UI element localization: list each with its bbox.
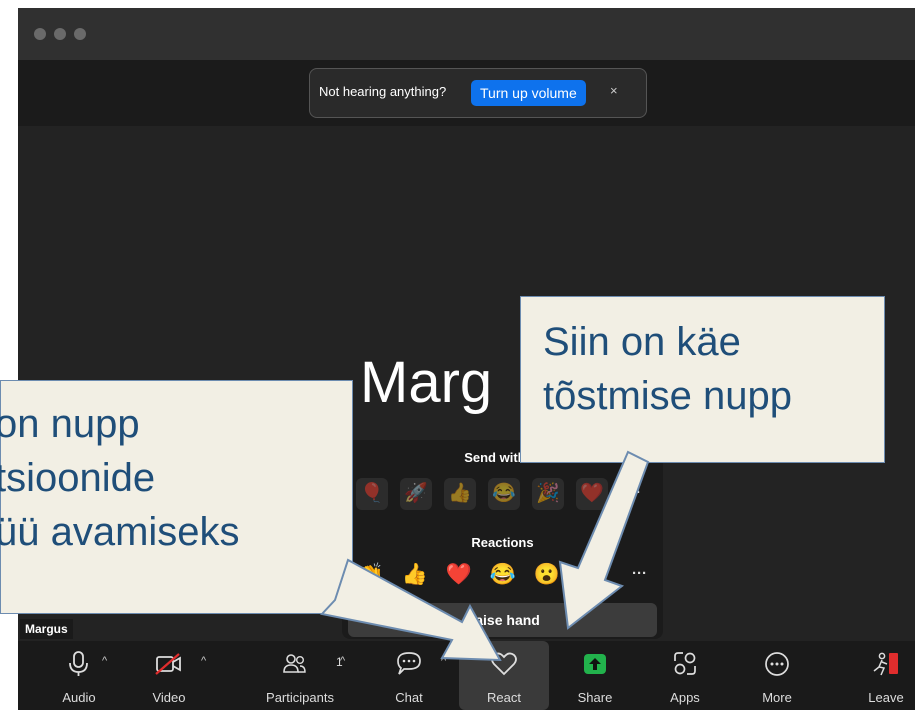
participants-button[interactable]: 1 Participants [250,641,350,710]
laugh-effect[interactable]: 😂 [488,478,520,510]
volume-notification: Not hearing anything? Turn up volume × [309,68,647,118]
video-off-icon [155,653,181,675]
balloon-effect[interactable]: 🎈 [356,478,388,510]
title-bar [18,8,915,60]
react-label: React [487,690,521,705]
minimize-window-button[interactable] [54,28,66,40]
raise-hand-button[interactable]: Raise hand [348,603,657,637]
laugh-reaction[interactable]: 😂 [488,560,518,590]
leave-icon [873,652,898,676]
reactions-heading: Reactions [471,535,534,550]
apps-icon [674,652,696,675]
more-effects-icon[interactable]: ··· [626,484,641,501]
participants-options-caret[interactable]: ^ [340,655,345,667]
reactions-popup: Send with ef 🎈 🚀 👍 😂 🎉 ❤️ ··· Reactions … [342,440,663,639]
chat-options-caret[interactable]: ^ [441,655,446,667]
more-button[interactable]: More [746,641,808,710]
react-button[interactable]: React [459,641,549,710]
raise-hand-callout: Siin on käe tõstmise nupp [520,296,885,463]
video-label: Video [152,690,186,705]
video-button[interactable]: Video [138,641,200,710]
more-icon [765,652,789,676]
audio-button[interactable]: Audio [48,641,110,710]
more-label: More [762,690,792,705]
react-button-callout: on nupp tsioonide üü avamiseks [0,380,353,614]
chat-button[interactable]: Chat [378,641,440,710]
participants-icon [283,654,306,673]
heart-effect[interactable]: ❤️ [576,478,608,510]
chat-icon [397,652,421,675]
leave-label: Leave [868,690,904,705]
left-callout-line-3: üü avamiseks [0,510,240,554]
thumbs-up-reaction[interactable]: 👍 [400,560,430,590]
share-button[interactable]: Share [564,641,626,710]
rocket-effect[interactable]: 🚀 [400,478,432,510]
right-callout-line-1: Siin on käe [543,320,741,364]
participant-name-display: Marg [360,350,493,415]
effects-row: 🎈 🚀 👍 😂 🎉 ❤️ ··· [356,478,648,512]
left-callout-line-1: on nupp [0,402,140,446]
clap-reaction[interactable]: 👏 [356,560,386,590]
share-icon [584,654,606,674]
participants-label: Participants [266,690,334,705]
video-options-caret[interactable]: ^ [201,655,206,667]
audio-options-caret[interactable]: ^ [102,655,107,667]
left-callout-line-2: tsioonide [0,456,156,500]
turn-up-volume-button[interactable]: Turn up volume [471,80,586,106]
thumbs-up-effect[interactable]: 👍 [444,478,476,510]
participant-name-tag: Margus [20,619,73,639]
chat-label: Chat [395,690,423,705]
zoom-window-button[interactable] [74,28,86,40]
close-window-button[interactable] [34,28,46,40]
share-label: Share [577,690,613,705]
right-callout-line-2: tõstmise nupp [543,374,793,418]
audio-label: Audio [62,690,96,705]
apps-label: Apps [670,690,700,705]
more-reactions-icon[interactable]: ··· [632,565,647,582]
party-effect[interactable]: 🎉 [532,478,564,510]
meeting-toolbar: Audio ^ Video ^ 1 Participants ^ Chat ^ … [18,641,915,710]
heart-reaction[interactable]: ❤️ [444,560,474,590]
heart-icon [491,652,517,676]
microphone-icon [69,651,88,676]
leave-button[interactable]: Leave [860,641,912,710]
reactions-row: 👏 👍 ❤️ 😂 😮 ··· [356,560,656,590]
close-icon[interactable]: × [610,83,618,98]
notification-text: Not hearing anything? [319,84,447,99]
surprised-reaction[interactable]: 😮 [532,560,562,590]
apps-button[interactable]: Apps [654,641,716,710]
